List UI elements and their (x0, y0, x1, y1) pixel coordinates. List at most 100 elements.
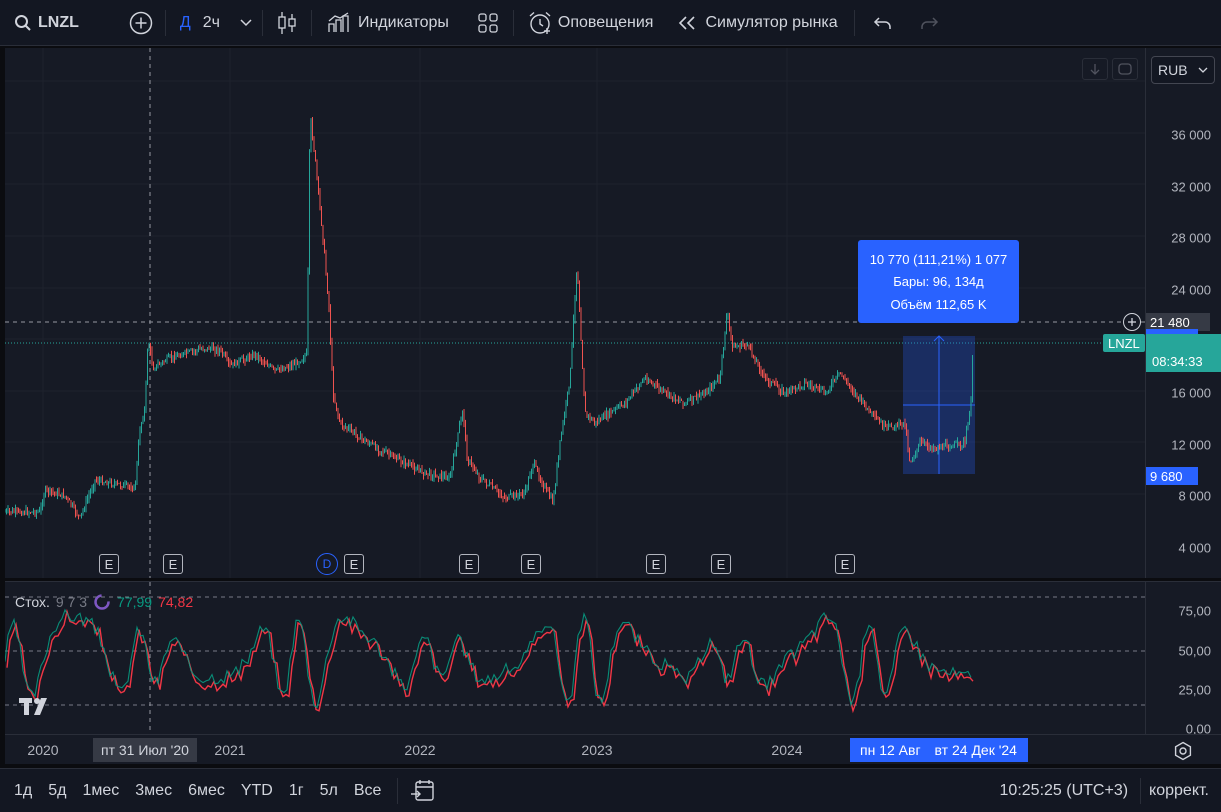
candles-icon (278, 11, 296, 34)
stoch-name: Стох. (15, 594, 50, 610)
plus-icon (1128, 318, 1136, 326)
interval-selector[interactable]: Д 2ч (166, 0, 262, 46)
measure-change: 10 770 (111,21%) 1 077 (869, 251, 1008, 267)
redo-button[interactable] (903, 0, 949, 46)
earnings-marker[interactable]: E (521, 554, 541, 574)
time-tick: 2022 (404, 742, 436, 758)
stoch-d-line (6, 608, 974, 714)
price-tick: 4 000 (1178, 540, 1211, 556)
alerts-label: Оповещения (557, 13, 654, 31)
measure-end-date: вт 24 Дек '24 (934, 742, 1017, 758)
stochastic-axis[interactable]: 75,00 50,00 25,00 0,00 (1145, 581, 1221, 737)
chevron-down-icon (1198, 67, 1208, 73)
earnings-marker[interactable]: E (646, 554, 666, 574)
symbol-price-tag-text: LNZL (1108, 335, 1140, 351)
symbol-price-tag: LNZL (1103, 334, 1145, 352)
range-6m-button[interactable]: 6мес (180, 782, 233, 800)
earnings-marker[interactable]: E (459, 554, 479, 574)
earnings-marker[interactable]: E (344, 554, 364, 574)
plus-circle-icon (129, 11, 153, 34)
earnings-marker[interactable]: E (99, 554, 119, 574)
top-toolbar: LNZL Д 2ч Индикаторы Оповещения Симулято… (0, 0, 1221, 46)
price-axis[interactable]: RUB 36 000 32 000 28 000 24 000 16 000 1… (1145, 48, 1221, 578)
chevron-down-icon (240, 18, 252, 26)
measure-start-date: пн 12 Авг (860, 742, 921, 758)
range-1y-button[interactable]: 1г (281, 782, 312, 800)
scroll-to-realtime-button[interactable] (1082, 58, 1108, 80)
tradingview-logo-icon[interactable] (19, 696, 55, 718)
measure-date-range: пн 12 Авг вт 24 Дек '24 (850, 738, 1028, 762)
last-price-label: 08:34:33 (1146, 334, 1221, 372)
stoch-tick: 75,00 (1178, 603, 1211, 619)
interval-value: 2ч (202, 13, 220, 31)
price-tick: 24 000 (1171, 282, 1211, 298)
calendar-range-icon[interactable] (410, 779, 436, 803)
price-tick: 32 000 (1171, 179, 1211, 195)
measure-bars: Бары: 96, 134д (893, 274, 984, 289)
toolbar-divider (397, 777, 399, 804)
symbol-search-button[interactable]: LNZL (0, 0, 119, 46)
dividend-marker[interactable]: D (316, 553, 338, 575)
range-all-button[interactable]: Все (346, 782, 390, 800)
settings-gear-icon[interactable] (1173, 741, 1193, 761)
range-1d-button[interactable]: 1д (0, 782, 40, 800)
range-1m-button[interactable]: 1мес (74, 782, 127, 800)
stoch-params: 9 7 3 (55, 594, 88, 610)
rewind-icon (679, 15, 696, 30)
measure-tooltip: 10 770 (111,21%) 1 077 Бары: 96, 134д Об… (858, 240, 1019, 323)
indicators-icon (328, 11, 349, 32)
chart-type-button[interactable] (263, 0, 311, 46)
undo-button[interactable] (855, 0, 903, 46)
price-tick: 36 000 (1171, 127, 1211, 143)
reset-icon (1118, 63, 1132, 75)
crosshair-date-label: пт 31 Июл '20 (93, 738, 197, 762)
stochastic-legend[interactable]: Стох. 9 7 3 77,99 74,82 (15, 593, 193, 611)
price-tick: 28 000 (1171, 230, 1211, 246)
timezone-clock[interactable]: 10:25:25 (UTC+3) (1000, 782, 1141, 800)
time-tick: 2021 (214, 742, 246, 758)
earnings-marker[interactable]: E (835, 554, 855, 574)
indicators-button[interactable]: Индикаторы (312, 0, 463, 46)
bottom-toolbar: 1д 5д 1мес 3мес 6мес YTD 1г 5л Все 10:25… (0, 768, 1221, 812)
time-axis[interactable]: 2020 2021 2022 2023 2024 пт 31 Июл '20 п… (5, 734, 1221, 764)
alarm-clock-icon (529, 11, 551, 34)
stoch-tick: 50,00 (1178, 643, 1211, 659)
price-tick: 8 000 (1178, 488, 1211, 504)
interval-prefix: Д (179, 13, 191, 31)
stochastic-pane[interactable]: Стох. 9 7 3 77,99 74,82 (4, 581, 1145, 735)
countdown-label: 08:34:33 (1152, 354, 1203, 369)
measure-low-price-label: 9 680 (1146, 467, 1198, 485)
time-tick: 2020 (27, 742, 59, 758)
stoch-k-value: 77,99 (117, 594, 153, 610)
redo-icon (920, 16, 938, 29)
templates-button[interactable] (463, 0, 513, 46)
arrow-down-icon (1090, 64, 1100, 75)
currency-selector[interactable]: RUB (1151, 56, 1215, 84)
price-tick: 12 000 (1171, 437, 1211, 453)
search-icon (15, 14, 31, 31)
earnings-marker[interactable]: E (711, 554, 731, 574)
price-tick: 16 000 (1171, 385, 1211, 401)
earnings-marker[interactable]: E (163, 554, 183, 574)
loading-spinner-icon (94, 594, 110, 610)
grid-icon (478, 12, 498, 33)
indicators-label: Индикаторы (357, 13, 449, 31)
price-chart-pane[interactable]: 10 770 (111,21%) 1 077 Бары: 96, 134д Об… (4, 48, 1145, 578)
adjust-button[interactable]: коррект. (1141, 782, 1221, 800)
currency-label: RUB (1158, 62, 1188, 78)
symbol-name: LNZL (38, 13, 79, 31)
time-tick: 2024 (771, 742, 803, 758)
range-ytd-button[interactable]: YTD (233, 782, 281, 800)
measure-volume: Объём 112,65 K (890, 296, 987, 312)
stoch-tick: 25,00 (1178, 682, 1211, 698)
compare-symbol-button[interactable] (119, 0, 165, 46)
bar-replay-label: Симулятор рынка (705, 13, 838, 31)
alerts-button[interactable]: Оповещения (514, 0, 668, 46)
stoch-d-value: 74,82 (158, 594, 194, 610)
bar-replay-button[interactable]: Симулятор рынка (667, 0, 853, 46)
crosshair-add-button[interactable] (1123, 313, 1141, 331)
range-5y-button[interactable]: 5л (312, 782, 346, 800)
reset-chart-button[interactable] (1112, 58, 1138, 80)
range-3m-button[interactable]: 3мес (127, 782, 180, 800)
range-5d-button[interactable]: 5д (40, 782, 74, 800)
